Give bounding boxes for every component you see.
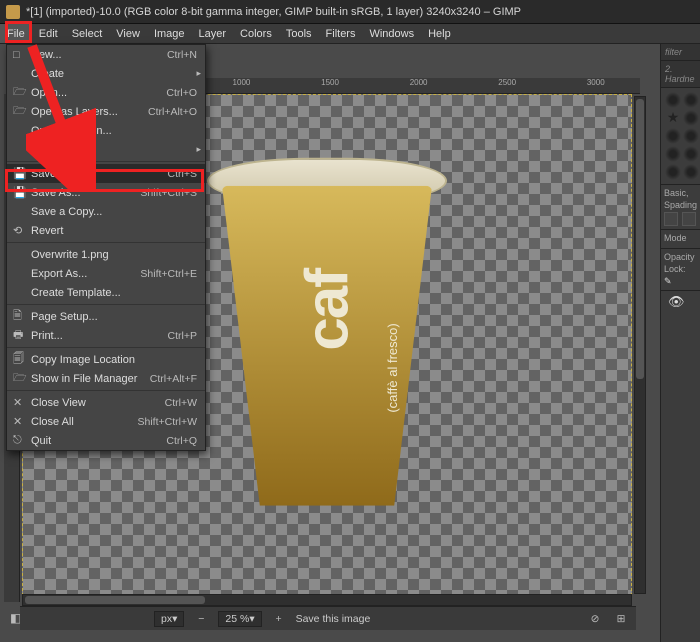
scrollbar-vertical[interactable] <box>634 96 646 594</box>
menubar: FileEditSelectViewImageLayerColorsToolsF… <box>0 24 700 44</box>
file-menu-new[interactable]: □New...Ctrl+N <box>7 45 205 64</box>
file-menu-copy-image-location[interactable]: 🗐Copy Image Location <box>7 350 205 369</box>
zoom-in-button[interactable]: + <box>270 610 288 628</box>
file-menu-open-as-layers[interactable]: 🗁Open as Layers...Ctrl+Alt+O <box>7 102 205 121</box>
brush-hard-icon[interactable] <box>683 92 699 108</box>
menu-tools[interactable]: Tools <box>279 24 319 43</box>
brush-texture6-icon[interactable] <box>683 164 699 180</box>
file-menu-save[interactable]: 💾Save...Ctrl+S <box>7 164 205 183</box>
file-menu-create-template[interactable]: Create Template... <box>7 283 205 302</box>
brush-texture4-icon[interactable] <box>683 146 699 162</box>
menu-layer[interactable]: Layer <box>192 24 234 43</box>
brush-soft-icon[interactable] <box>665 92 681 108</box>
app-icon <box>6 5 20 19</box>
file-menu-export-as[interactable]: Export As...Shift+Ctrl+E <box>7 264 205 283</box>
file-menu-page-setup[interactable]: 🗎Page Setup... <box>7 307 205 326</box>
file-menu-print[interactable]: 🖶Print...Ctrl+P <box>7 326 205 345</box>
file-menu-save-a-copy[interactable]: Save a Copy... <box>7 202 205 221</box>
navigate-icon[interactable]: ⊞ <box>612 610 630 628</box>
menu-edit[interactable]: Edit <box>32 24 65 43</box>
brush-texture3-icon[interactable] <box>665 146 681 162</box>
opacity-label: Opacity <box>664 252 697 264</box>
right-dock: filter 2. Hardne Basic, Spading Mode <box>660 44 700 642</box>
file-menu-save-as[interactable]: 💾Save As...Shift+Ctrl+S <box>7 183 205 202</box>
window-title: *[1] (imported)-10.0 (RGB color 8-bit ga… <box>26 6 521 18</box>
unit-selector[interactable]: px ▾ <box>154 611 184 627</box>
brush-star-icon[interactable] <box>665 110 681 126</box>
brush-texture1-icon[interactable] <box>665 128 681 144</box>
file-menu-show-in-file-manager[interactable]: 🗁Show in File ManagerCtrl+Alt+F <box>7 369 205 388</box>
brush-dot-icon[interactable] <box>683 110 699 126</box>
zoom-out-button[interactable]: − <box>192 610 210 628</box>
menu-image[interactable]: Image <box>147 24 192 43</box>
status-message: Save this image <box>296 613 371 625</box>
brush-texture5-icon[interactable] <box>665 164 681 180</box>
edit-brush-icon[interactable] <box>664 212 678 226</box>
file-menu-close-view[interactable]: ✕Close ViewCtrl+W <box>7 393 205 412</box>
file-menu-dropdown: □New...Ctrl+NCreate🗁Open...Ctrl+O🗁Open a… <box>6 44 206 451</box>
brush-tab-basic[interactable]: Basic, <box>664 188 697 200</box>
file-menu-open-recent[interactable]: Open Recent <box>7 140 205 159</box>
brush-texture2-icon[interactable] <box>683 128 699 144</box>
spacing-label: Spading <box>664 200 697 212</box>
scrollbar-horizontal[interactable] <box>22 594 632 606</box>
status-bar: px ▾ − 25 % ▾ + Save this image ⊘ ⊞ <box>20 606 636 630</box>
cancel-icon[interactable]: ⊘ <box>586 610 604 628</box>
zoom-level[interactable]: 25 % ▾ <box>218 611 261 627</box>
menu-colors[interactable]: Colors <box>233 24 279 43</box>
menu-select[interactable]: Select <box>65 24 110 43</box>
menu-view[interactable]: View <box>109 24 147 43</box>
image-tagline-text: (caffè al fresco) <box>385 323 400 412</box>
window-titlebar: *[1] (imported)-10.0 (RGB color 8-bit ga… <box>0 0 700 24</box>
file-menu-open[interactable]: 🗁Open...Ctrl+O <box>7 83 205 102</box>
canvas-image-content: caf (caffè al fresco) <box>207 158 447 518</box>
menu-help[interactable]: Help <box>421 24 458 43</box>
mode-label: Mode <box>664 233 697 245</box>
menu-file[interactable]: File <box>0 24 32 43</box>
file-menu-close-all[interactable]: ✕Close AllShift+Ctrl+W <box>7 412 205 431</box>
brush-filter-label: filter <box>661 44 700 61</box>
file-menu-create[interactable]: Create <box>7 64 205 83</box>
file-menu-open-location[interactable]: Open Location... <box>7 121 205 140</box>
menu-windows[interactable]: Windows <box>362 24 421 43</box>
file-menu-overwrite-1-png[interactable]: Overwrite 1.png <box>7 245 205 264</box>
file-menu-revert[interactable]: ⟲Revert <box>7 221 205 240</box>
brush-hardness-label: 2. Hardne <box>661 61 700 88</box>
menu-filters[interactable]: Filters <box>319 24 363 43</box>
new-brush-icon[interactable] <box>682 212 696 226</box>
lock-label: Lock: <box>664 264 697 276</box>
file-menu-quit[interactable]: ⎋QuitCtrl+Q <box>7 431 205 450</box>
brush-grid[interactable] <box>661 88 700 184</box>
image-logo-text: caf <box>293 270 362 351</box>
layer-visibility-icon[interactable]: 👁 <box>664 290 689 313</box>
